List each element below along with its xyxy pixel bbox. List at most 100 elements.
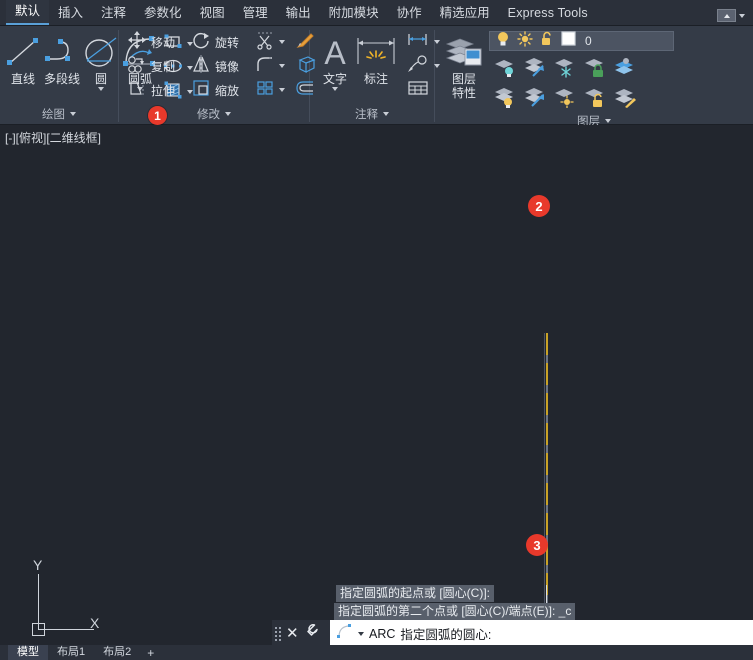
panel-annotation: A 文字 标注 注释: [310, 26, 440, 124]
panel-annotation-label: 注释: [355, 108, 378, 121]
panel-draw-label: 绘图: [42, 109, 65, 121]
scale-icon: [191, 78, 211, 103]
layer-previous-icon[interactable]: [523, 56, 547, 83]
ucs-x-label: X: [90, 615, 100, 631]
layer-match-icon[interactable]: [613, 86, 637, 113]
array-icon: [255, 78, 275, 103]
drawing-canvas[interactable]: [-][俯视][二维线框] 2 3 Y X 指定圆弧的起点或 [圆心(C)]: …: [0, 125, 753, 660]
layer-thaw-icon[interactable]: [553, 86, 577, 113]
draw-polyline-label: 多段线: [43, 72, 80, 86]
layer-isolate-icon[interactable]: [493, 56, 517, 83]
panel-draw: 直线 多段线 圆 圆弧 绘图 1: [0, 26, 193, 125]
status-bar: 模型 布局1 布局2 +: [0, 645, 753, 660]
current-layer-name: 0: [585, 34, 592, 48]
annotation-text-button[interactable]: A 文字: [318, 30, 352, 91]
ucs-y-label: Y: [33, 557, 43, 573]
annotation-text-label: 文字: [322, 72, 347, 86]
sun-icon[interactable]: [517, 30, 533, 52]
rotate-icon: [191, 30, 211, 55]
fillet-dropdown-icon[interactable]: [279, 64, 285, 68]
ribbon-tab-view[interactable]: 视图: [191, 2, 234, 25]
ribbon-tab-addins[interactable]: 附加模块: [320, 2, 388, 25]
circle-dropdown-icon[interactable]: [98, 87, 104, 91]
command-history-line-1: 指定圆弧的起点或 [圆心(C)]:: [336, 585, 494, 602]
copy-icon: [127, 54, 147, 79]
close-icon[interactable]: ✕: [284, 626, 301, 641]
linear-dimension-icon: [406, 31, 430, 54]
model-tab[interactable]: 模型: [8, 645, 48, 660]
table-icon: [406, 79, 430, 102]
modify-stretch-label: 拉伸: [151, 83, 176, 98]
layer-change-icon[interactable]: [523, 86, 547, 113]
ribbon-minimize-button[interactable]: [717, 9, 745, 22]
layer-merge-icon[interactable]: [613, 56, 637, 83]
draw-polyline-button[interactable]: 多段线: [42, 30, 82, 86]
current-layer-control[interactable]: 0: [489, 30, 674, 52]
layer-lock-icon[interactable]: [583, 56, 607, 83]
modify-copy-label: 复制: [151, 59, 176, 74]
command-history-dropdown-icon[interactable]: [358, 631, 364, 636]
panel-modify-expand-icon[interactable]: [225, 111, 231, 116]
annotation-dimension-button[interactable]: 标注: [352, 30, 400, 86]
fillet-icon: [255, 54, 275, 79]
text-dropdown-icon[interactable]: [332, 87, 338, 91]
viewport-label[interactable]: [-][俯视][二维线框]: [5, 129, 101, 146]
ribbon-tab-manage[interactable]: 管理: [234, 2, 277, 25]
ribbon-tab-featured-apps[interactable]: 精选应用: [431, 2, 499, 25]
ribbon-tab-default[interactable]: 默认: [6, 0, 50, 25]
ribbon-tab-parametric[interactable]: 参数化: [135, 2, 191, 25]
ribbon-tab-insert[interactable]: 插入: [49, 2, 92, 25]
array-dropdown-icon[interactable]: [279, 88, 285, 92]
lightbulb-icon[interactable]: [496, 31, 510, 52]
draw-line-button[interactable]: 直线: [4, 30, 42, 86]
command-line[interactable]: ✕ ARC 指定圆弧的圆心:: [272, 620, 753, 647]
wrench-icon[interactable]: [303, 623, 320, 645]
modify-copy-button[interactable]: 复制: [125, 54, 189, 78]
drag-handle-icon[interactable]: [275, 626, 282, 641]
panel-draw-label-row[interactable]: 绘图: [0, 104, 118, 124]
modify-mirror-button[interactable]: 镜像: [189, 54, 253, 78]
layer-properties-icon: [443, 32, 485, 72]
text-icon: A: [318, 32, 352, 72]
modify-fillet-button[interactable]: [253, 54, 287, 78]
chevron-down-icon[interactable]: [739, 13, 745, 18]
ribbon-tab-annotate[interactable]: 注释: [92, 2, 135, 25]
panel-draw-expand-icon[interactable]: [70, 112, 76, 116]
modify-scale-button[interactable]: 缩放: [189, 78, 253, 102]
layout1-tab[interactable]: 布局1: [48, 645, 94, 660]
layout2-tab[interactable]: 布局2: [94, 645, 140, 660]
unlock-icon[interactable]: [540, 31, 554, 52]
color-swatch-icon[interactable]: [561, 31, 576, 51]
ribbon-tab-collaborate[interactable]: 协作: [388, 2, 431, 25]
layer-unlock-icon[interactable]: [583, 86, 607, 113]
modify-rotate-button[interactable]: 旋转: [189, 30, 253, 54]
mirror-icon: [191, 54, 211, 79]
command-prompt-area[interactable]: ARC 指定圆弧的圆心:: [330, 624, 491, 643]
modify-scale-label: 缩放: [215, 83, 240, 98]
stretch-icon: [127, 78, 147, 103]
modify-array-button[interactable]: [253, 78, 287, 102]
layer-freeze-icon[interactable]: [553, 56, 577, 83]
trim-dropdown-icon[interactable]: [279, 40, 285, 44]
ucs-y-axis: [38, 574, 39, 630]
command-line-toolbar: ✕: [272, 620, 330, 647]
draw-circle-button[interactable]: 圆: [82, 30, 120, 91]
layer-properties-label-2: 特性: [451, 86, 476, 100]
modify-stretch-button[interactable]: 拉伸: [125, 78, 189, 102]
ribbon-tab-output[interactable]: 输出: [277, 2, 320, 25]
circle-icon: [82, 32, 120, 72]
panel-modify-label-row[interactable]: 修改: [119, 103, 309, 124]
panel-layer-expand-icon[interactable]: [605, 119, 611, 123]
layer-properties-button[interactable]: 图层 特性: [439, 30, 489, 100]
layer-unisolate-icon[interactable]: [493, 86, 517, 113]
panel-annotation-expand-icon[interactable]: [383, 111, 389, 116]
add-layout-button[interactable]: +: [140, 646, 161, 660]
ribbon-tab-express-tools[interactable]: Express Tools: [499, 2, 597, 25]
command-arc-icon: [337, 624, 353, 643]
modify-move-button[interactable]: 移动: [125, 30, 189, 54]
command-history-line-2: 指定圆弧的第二个点或 [圆心(C)/端点(E)]: _c: [334, 603, 576, 620]
modify-trim-button[interactable]: [253, 30, 287, 54]
draw-circle-label: 圆: [94, 72, 107, 86]
panel-annotation-label-row[interactable]: 注释: [310, 103, 434, 124]
ucs-icon: Y X: [18, 557, 100, 640]
